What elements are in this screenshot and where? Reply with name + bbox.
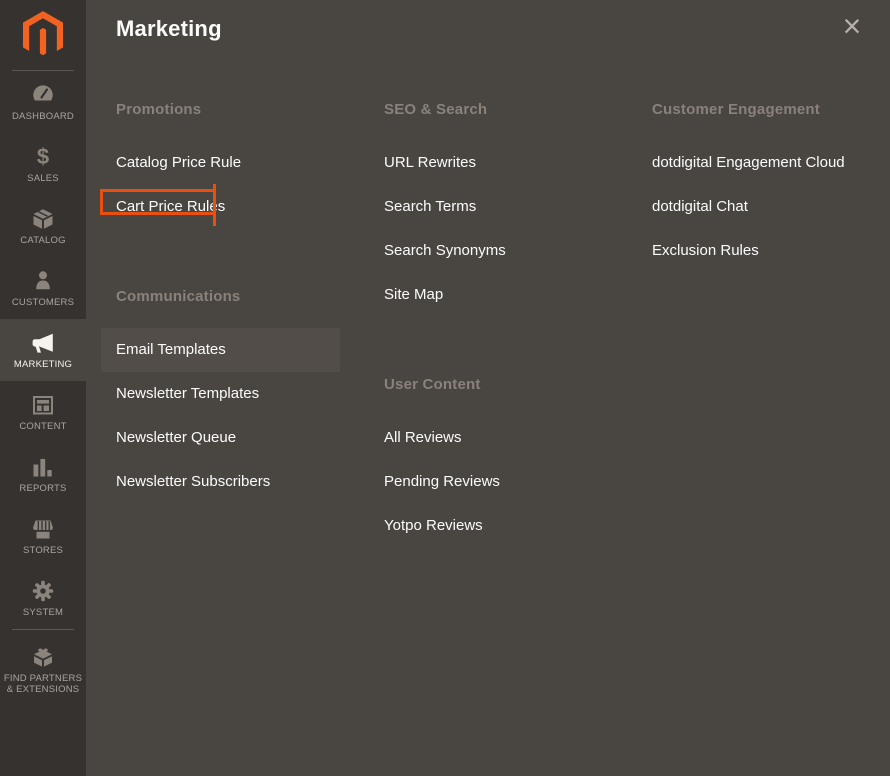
stores-icon [31,517,55,541]
sidebar-item-catalog[interactable]: CATALOG [0,195,86,257]
sidebar-item-label: CATALOG [17,235,68,246]
menu-column-1: Promotions Catalog Price Rule Cart Price… [101,96,369,548]
sidebar-item-label: DASHBOARD [9,111,77,122]
menu-column-3: Customer Engagement dotdigital Engagemen… [637,96,890,548]
sidebar-item-find-partners[interactable]: FIND PARTNERS & EXTENSIONS [0,630,86,710]
sidebar-item-label: CUSTOMERS [9,297,77,308]
menu-item-newsletter-queue[interactable]: Newsletter Queue [101,416,340,460]
magento-logo-icon [22,11,64,59]
menu-item-email-templates[interactable]: Email Templates [101,328,340,372]
sidebar-item-label: MARKETING [11,359,75,370]
section-customer-engagement: Customer Engagement dotdigital Engagemen… [637,96,890,273]
catalog-icon [31,207,55,231]
menu-item-newsletter-subscribers[interactable]: Newsletter Subscribers [101,460,340,504]
sidebar-item-stores[interactable]: STORES [0,505,86,567]
dashboard-icon [31,83,55,107]
section-promotions: Promotions Catalog Price Rule Cart Price… [101,96,369,229]
sidebar-item-dashboard[interactable]: DASHBOARD [0,71,86,133]
section-heading: Communications [101,283,369,311]
magento-logo[interactable] [0,0,86,70]
sidebar-item-content[interactable]: CONTENT [0,381,86,443]
reports-icon [31,455,55,479]
section-seo-search: SEO & Search URL Rewrites Search Terms S… [369,96,637,317]
menu-item-yotpo-reviews[interactable]: Yotpo Reviews [369,504,608,548]
sales-icon: $ [37,145,49,169]
sidebar-item-marketing[interactable]: MARKETING [0,319,86,381]
system-gear-icon [31,579,55,603]
sidebar-item-label: REPORTS [16,483,69,494]
sidebar-item-label: STORES [20,545,66,556]
menu-item-url-rewrites[interactable]: URL Rewrites [369,141,608,185]
sidebar-item-sales[interactable]: $ SALES [0,133,86,195]
menu-item-pending-reviews[interactable]: Pending Reviews [369,460,608,504]
marketing-flyout-menu: Marketing × Promotions Catalog Price Rul… [86,0,890,776]
find-partners-brick-icon [31,645,55,669]
close-icon[interactable]: × [834,8,870,44]
sidebar-item-system[interactable]: SYSTEM [0,567,86,629]
customers-icon [31,269,55,293]
flyout-title: Marketing [116,14,890,44]
sidebar-item-label: FIND PARTNERS & EXTENSIONS [0,673,86,695]
sidebar-nav: DASHBOARD $ SALES CATALOG [0,71,86,710]
sidebar-item-label: SYSTEM [20,607,66,618]
section-heading: User Content [369,371,637,399]
menu-item-catalog-price-rule[interactable]: Catalog Price Rule [101,141,340,185]
menu-item-site-map[interactable]: Site Map [369,273,608,317]
section-heading: Promotions [101,96,369,124]
menu-item-exclusion-rules[interactable]: Exclusion Rules [637,229,876,273]
content-icon [31,393,55,417]
menu-column-2: SEO & Search URL Rewrites Search Terms S… [369,96,637,548]
sidebar-item-reports[interactable]: REPORTS [0,443,86,505]
section-user-content: User Content All Reviews Pending Reviews… [369,371,637,548]
menu-item-search-terms[interactable]: Search Terms [369,185,608,229]
marketing-megaphone-icon [31,331,55,355]
menu-item-search-synonyms[interactable]: Search Synonyms [369,229,608,273]
sidebar-item-label: SALES [24,173,62,184]
admin-sidebar: DASHBOARD $ SALES CATALOG [0,0,86,776]
section-communications: Communications Email Templates Newslette… [101,283,369,504]
section-heading: SEO & Search [369,96,637,124]
menu-item-dotdigital-engagement-cloud[interactable]: dotdigital Engagement Cloud [637,141,876,185]
menu-item-cart-price-rules[interactable]: Cart Price Rules [101,185,340,229]
menu-item-dotdigital-chat[interactable]: dotdigital Chat [637,185,876,229]
menu-columns: Promotions Catalog Price Rule Cart Price… [86,96,890,548]
menu-item-all-reviews[interactable]: All Reviews [369,416,608,460]
section-heading: Customer Engagement [637,96,890,124]
sidebar-item-customers[interactable]: CUSTOMERS [0,257,86,319]
menu-item-newsletter-templates[interactable]: Newsletter Templates [101,372,340,416]
sidebar-item-label: CONTENT [16,421,69,432]
